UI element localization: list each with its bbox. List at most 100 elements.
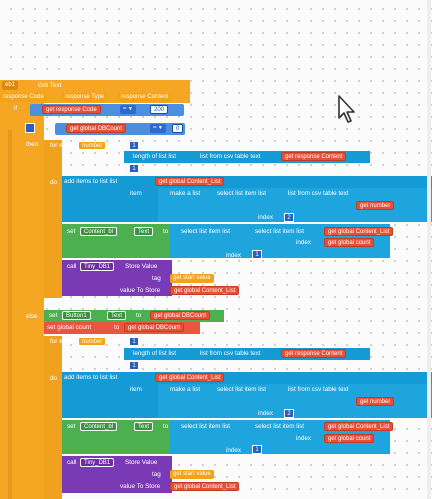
select-item-label-3: select list item list [255, 228, 304, 235]
index-value-1[interactable]: 1 [252, 250, 262, 259]
tinydb-dropdown-else[interactable]: Tiny_DB1 [80, 458, 115, 467]
make-list-label: make a list [170, 190, 201, 197]
from-label: from [107, 142, 120, 149]
list-from-csv-label: list from csv table text [200, 153, 261, 160]
db-eq-operator[interactable]: = [150, 124, 166, 133]
tinydb-dropdown[interactable]: Tiny_DB1 [80, 262, 115, 271]
else-keyword: else [26, 313, 38, 320]
vertical-scrollbar[interactable] [427, 0, 431, 499]
get-global-count-else[interactable]: get global count [324, 434, 375, 443]
make-list-label-else: make a list [170, 386, 201, 393]
set-label-else: set [67, 423, 76, 430]
to-label-else: to [116, 350, 122, 357]
loop-variable-number-else[interactable]: number [78, 337, 107, 346]
select-item-label-2: select list item list [181, 228, 230, 235]
index-value-2-else[interactable]: 2 [284, 409, 294, 418]
then-keyword: then [26, 141, 39, 148]
set-to-label: to [163, 228, 169, 235]
index-label: index [258, 214, 274, 221]
event-block[interactable] [0, 80, 190, 92]
index-label-3: index [226, 252, 242, 259]
do-label: do [50, 179, 58, 186]
length-of-list-label-else: length of list list [133, 350, 177, 357]
select-item-label-else-3: select list item list [255, 423, 304, 430]
item-label: item [130, 190, 142, 197]
param-response-code[interactable]: response Code [0, 93, 47, 102]
eq-operator[interactable]: = [120, 105, 136, 114]
mouse-pointer-icon [338, 95, 355, 123]
index-value-2[interactable]: 2 [284, 213, 294, 222]
text-prop-dropdown-else[interactable]: Text [134, 422, 154, 431]
for-each-block[interactable] [44, 140, 62, 298]
get-response-content-else[interactable]: get response Content [281, 349, 347, 358]
by-value-else[interactable]: 1 [129, 361, 139, 370]
index-label-else: index [258, 410, 274, 417]
event-name: Got Text [38, 82, 62, 89]
for-each-label: for each [50, 142, 73, 149]
list-from-csv-label-else-2: list from csv table text [288, 386, 349, 393]
get-content-list[interactable]: get global Content_List [155, 177, 225, 186]
for-each-block-else[interactable] [44, 336, 62, 499]
set-count-to: to [114, 324, 120, 331]
tag-label-else: tag [152, 471, 161, 478]
call-label-else: call [67, 459, 77, 466]
length-of-list-label: length of list list [133, 153, 177, 160]
if-keyword: if [14, 105, 18, 112]
if-block-spine [14, 103, 44, 499]
index-label-2: index [296, 239, 312, 246]
text-prop-dropdown[interactable]: Text [134, 227, 154, 236]
tag-label: tag [152, 275, 161, 282]
set-label: set [67, 228, 76, 235]
button-text-dropdown[interactable]: Text [107, 311, 127, 320]
value-to-store-label-else: value To Store [120, 483, 161, 490]
item-label-else: item [130, 386, 142, 393]
add-items-label: add items to list list [64, 178, 118, 185]
content-bl-dropdown-else[interactable]: Content_bl [80, 422, 118, 431]
get-db-count-else-2[interactable]: get global DBCount [124, 323, 185, 332]
list-from-csv-label-2: list from csv table text [288, 190, 349, 197]
get-number[interactable]: get number [356, 201, 395, 210]
set-count-label: set global count [47, 324, 92, 331]
list-from-csv-label-else: list from csv table text [200, 350, 261, 357]
value-to-store-label: value To Store [120, 287, 161, 294]
get-content-list-3[interactable]: get global Content_List [170, 286, 240, 295]
index-value-1-else[interactable]: 1 [252, 445, 262, 454]
param-response-content[interactable]: response Content [118, 93, 172, 102]
by-value[interactable]: 1 [129, 164, 139, 173]
from-value[interactable]: 1 [129, 141, 139, 150]
select-item-label-else: select list item list [217, 386, 266, 393]
set-button-label: set [49, 312, 58, 319]
get-response-content[interactable]: get response Content [281, 152, 347, 161]
for-each-label-else: for each [50, 338, 73, 345]
by-label: by [116, 165, 123, 172]
get-db-count[interactable]: get global DBCount [66, 124, 127, 133]
param-response-type[interactable]: response Type [62, 93, 108, 102]
and-block[interactable] [25, 123, 35, 133]
get-content-list-2[interactable]: get global Content_List [324, 227, 394, 236]
content-bl-dropdown[interactable]: Content_bl [80, 227, 118, 236]
add-items-label-else: add items to list list [64, 374, 118, 381]
store-value-label-else: Store Value [125, 459, 158, 466]
get-response-code[interactable]: get response Code [42, 105, 101, 114]
get-content-list-else-3[interactable]: get global Content_List [170, 482, 240, 491]
from-value-else[interactable]: 1 [129, 337, 139, 346]
loop-variable-number[interactable]: number [78, 141, 107, 150]
get-content-list-else[interactable]: get global Content_List [155, 373, 225, 382]
set-to-label-else: to [163, 423, 169, 430]
store-value-label: Store Value [125, 263, 158, 270]
button1-dropdown[interactable]: Button1 [62, 311, 91, 320]
event-component-dropdown[interactable]: eb1 [2, 81, 19, 90]
get-global-count[interactable]: get global count [324, 238, 375, 247]
call-label: call [67, 263, 77, 270]
get-start-value[interactable]: get start value [170, 274, 214, 283]
from-label-else: from [107, 338, 120, 345]
index-label-else-2: index [296, 435, 312, 442]
index-label-else-3: index [226, 447, 242, 454]
to-label: to [116, 153, 122, 160]
get-start-value-else[interactable]: get start value [170, 470, 214, 479]
get-number-else[interactable]: get number [356, 397, 395, 406]
db-value[interactable]: 0 [172, 124, 184, 133]
code-value[interactable]: 200 [150, 105, 169, 114]
get-content-list-else-2[interactable]: get global Content_List [324, 422, 394, 431]
get-db-count-else[interactable]: get global DBCount [150, 311, 211, 320]
